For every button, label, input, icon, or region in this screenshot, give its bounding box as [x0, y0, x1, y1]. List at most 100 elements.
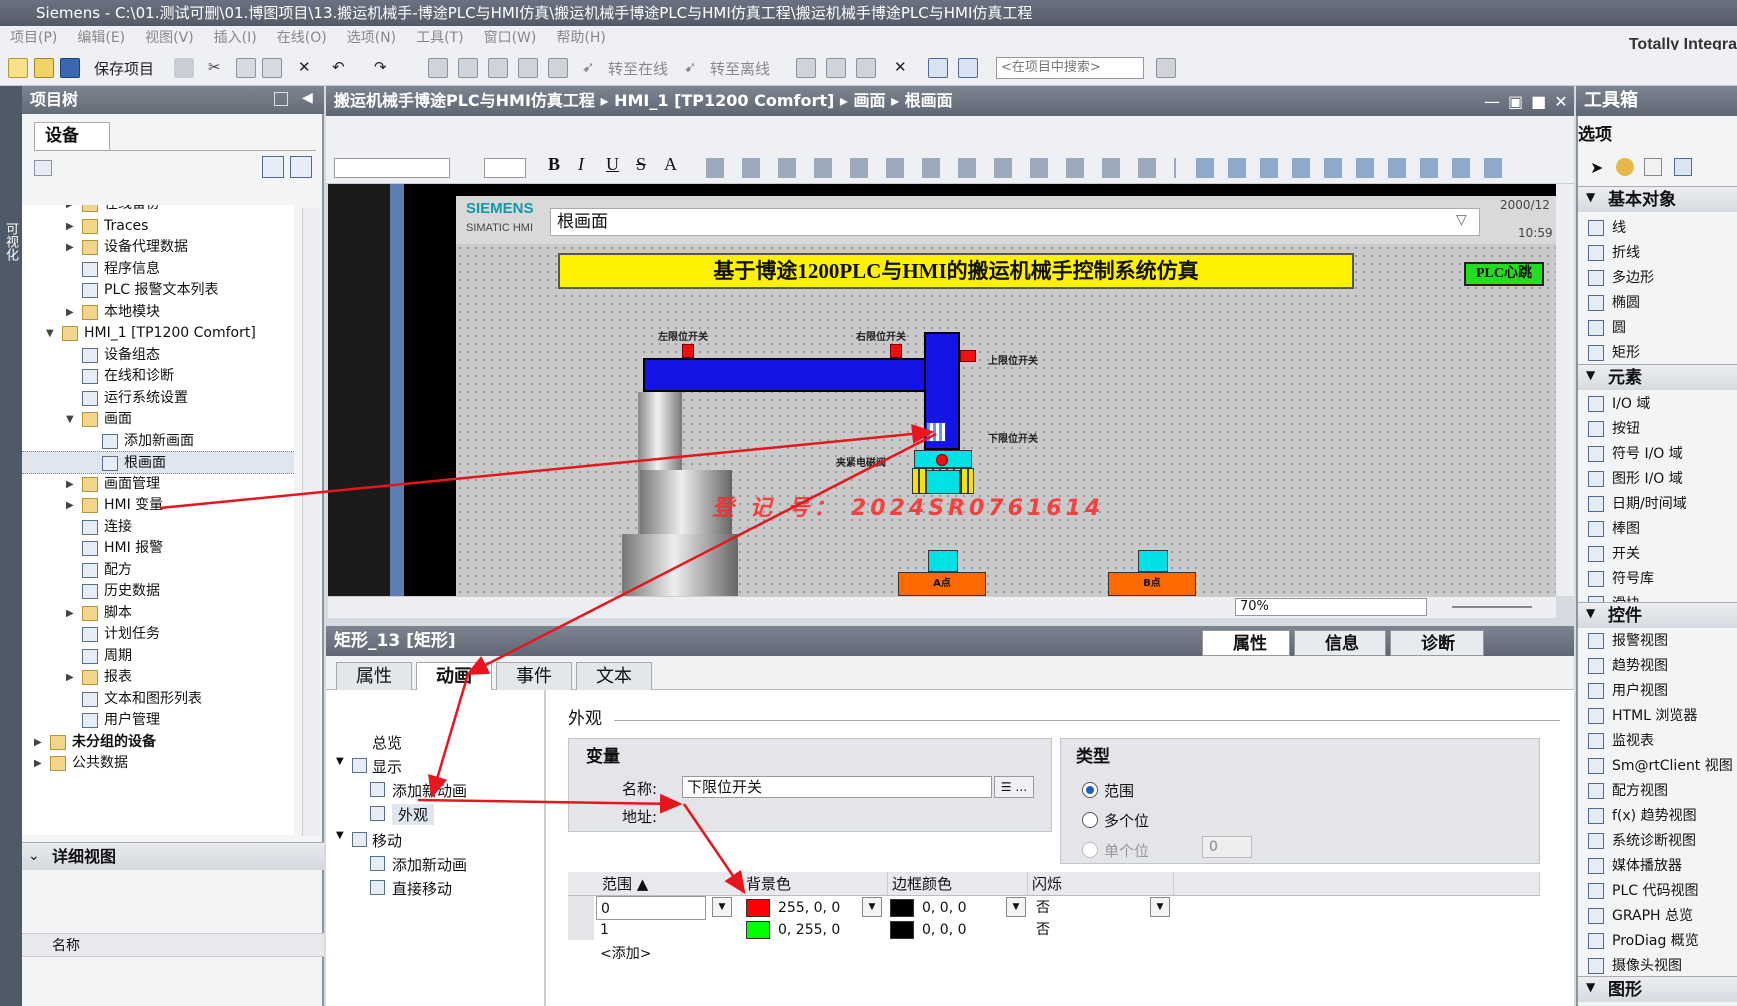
border-color-swatch[interactable] [890, 921, 914, 939]
section-expand-icon[interactable]: ▼ [1586, 368, 1595, 382]
nav-display[interactable]: 显示 [372, 756, 402, 777]
tree-item[interactable]: 周期 [22, 645, 294, 668]
point-b-station[interactable]: B点 [1108, 572, 1196, 596]
new-project-icon[interactable] [8, 58, 28, 78]
tree-expand-icon[interactable]: ▶ [66, 301, 76, 324]
menu-view[interactable]: 视图(V) [145, 30, 194, 46]
toolbox-section-elements[interactable]: 元素 [1578, 364, 1737, 390]
tree-item[interactable]: 用户管理 [22, 709, 294, 732]
nav-move[interactable]: 移动 [372, 830, 402, 851]
subtab-properties[interactable]: 属性 [336, 662, 412, 690]
tree-item[interactable]: 添加新画面 [22, 430, 294, 453]
tag-name-input[interactable]: 下限位开关 [682, 776, 992, 798]
robot-horizontal-arm[interactable] [643, 358, 926, 392]
print-icon[interactable] [174, 58, 194, 78]
font-grow-button[interactable]: A [664, 154, 677, 175]
go-online-button[interactable]: 转至在线 [608, 58, 668, 79]
menu-help[interactable]: 帮助(H) [556, 30, 605, 46]
zoom-slider[interactable] [1452, 606, 1532, 608]
tree-item[interactable]: ▶ Traces [22, 215, 294, 238]
devices-tab[interactable]: 设备 [34, 122, 110, 150]
zoom-select[interactable]: 70% [1235, 598, 1427, 616]
copy-icon[interactable] [236, 58, 256, 78]
user-icon[interactable] [1616, 158, 1634, 176]
inspector-tab-diagnostics[interactable]: 诊断 [1390, 630, 1484, 656]
menu-options[interactable]: 选项(N) [347, 30, 396, 46]
tree-scrollbar[interactable] [302, 208, 320, 836]
tree-item[interactable]: 配方 [22, 559, 294, 582]
tree-expand-icon[interactable]: ▶ [66, 236, 76, 259]
tree-item[interactable]: 根画面 [22, 451, 294, 474]
detail-collapse-icon[interactable]: ⌄ [28, 848, 40, 864]
menu-tools[interactable]: 工具(T) [416, 30, 463, 46]
toolbox-section-controls[interactable]: 控件 [1578, 602, 1737, 628]
subtab-events[interactable]: 事件 [496, 662, 572, 690]
toolbox-section-graphics[interactable]: 图形 [1578, 976, 1737, 1002]
nav-overview[interactable]: 总览 [372, 732, 402, 753]
left-limit-switch[interactable] [682, 344, 694, 358]
grid-option-icon[interactable] [1674, 158, 1692, 176]
menu-insert[interactable]: 插入(I) [214, 30, 257, 46]
menu-edit[interactable]: 编辑(E) [77, 30, 125, 46]
point-a-workpiece[interactable] [928, 550, 958, 572]
tree-item[interactable]: 程序信息 [22, 258, 294, 281]
border-color-swatch[interactable] [890, 899, 914, 917]
bold-button[interactable]: B [548, 154, 560, 175]
tree-expand-icon[interactable]: ▶ [66, 473, 76, 496]
screen-name-dropdown-icon[interactable]: ▽ [1456, 212, 1467, 228]
save-project-button[interactable]: 保存项目 [94, 58, 154, 79]
nav-move-expand-icon[interactable]: ▼ [336, 830, 344, 841]
robot-base-lower[interactable] [622, 534, 738, 596]
tree-item[interactable]: ▶ 设备代理数据 [22, 236, 294, 259]
menu-online[interactable]: 在线(O) [277, 30, 327, 46]
tree-item[interactable]: ▶ 公共数据 [22, 752, 294, 775]
canvas-vertical-scrollbar[interactable] [1556, 184, 1574, 596]
point-b-workpiece[interactable] [1138, 550, 1168, 572]
hmi-title-banner[interactable]: 基于博途1200PLC与HMI的搬运机械手控制系统仿真 [558, 253, 1354, 289]
nav-display-expand-icon[interactable]: ▼ [336, 756, 344, 767]
split-horizontal-icon[interactable] [928, 58, 948, 78]
upload-icon[interactable] [488, 58, 508, 78]
simulation-icon[interactable] [518, 58, 538, 78]
tree-item[interactable]: 历史数据 [22, 580, 294, 603]
detail-view-header[interactable]: 详细视图 [22, 842, 324, 870]
plc-heartbeat-indicator[interactable]: PLC心跳 [1464, 262, 1544, 286]
split-vertical-icon[interactable] [958, 58, 978, 78]
col-range[interactable]: 范围 ▲ [568, 872, 742, 896]
download-icon[interactable] [458, 58, 478, 78]
tree-item[interactable]: 设备组态 [22, 344, 294, 367]
underline-button[interactable]: U [606, 154, 619, 175]
menu-project[interactable]: 项目(P) [10, 30, 57, 46]
toolbox-section-basic[interactable]: 基本对象 [1578, 186, 1737, 212]
undo-icon[interactable]: ↶ [332, 58, 345, 76]
delete-icon[interactable]: ✕ [298, 58, 311, 76]
type-singlebit-radio[interactable] [1082, 842, 1098, 858]
tree-item[interactable]: ▶ 本地模块 [22, 301, 294, 324]
italic-button[interactable]: I [578, 154, 584, 175]
range-cell[interactable]: 0 [596, 896, 706, 920]
font-size-select[interactable] [484, 158, 526, 178]
range-dropdown-icon[interactable]: ▼ [712, 897, 732, 917]
font-select[interactable] [334, 158, 450, 178]
go-online-icon[interactable]: ➹ [582, 58, 595, 76]
project-search-input[interactable]: <在项目中搜索> [996, 57, 1144, 79]
tree-expand-icon[interactable]: ▼ [46, 322, 56, 345]
view-toggle-icon[interactable] [262, 156, 284, 178]
row-header[interactable] [568, 918, 594, 940]
subtab-texts[interactable]: 文本 [576, 662, 652, 690]
row-header[interactable] [568, 896, 594, 918]
blink-value[interactable]: 否 [1032, 918, 1050, 942]
format-tool-icons[interactable] [706, 158, 1176, 178]
redo-icon[interactable]: ↷ [374, 58, 387, 76]
tree-item[interactable]: ▶ HMI 变量 [22, 494, 294, 517]
tree-expand-icon[interactable]: ▶ [66, 602, 76, 625]
point-a-station[interactable]: A点 [898, 572, 986, 596]
start-cpu-icon[interactable] [826, 58, 846, 78]
type-multibit-radio[interactable] [1082, 812, 1098, 828]
window-controls[interactable]: —▣■✕ [1484, 92, 1576, 111]
pointer-icon[interactable]: ➤ [1590, 158, 1603, 177]
nav-add-animation-display[interactable]: 添加新动画 [392, 780, 467, 801]
tree-item[interactable]: ▼ HMI_1 [TP1200 Comfort] [22, 322, 294, 345]
inspector-tab-properties[interactable]: 属性 [1202, 630, 1290, 656]
tree-expand-icon[interactable]: ▶ [34, 752, 44, 775]
